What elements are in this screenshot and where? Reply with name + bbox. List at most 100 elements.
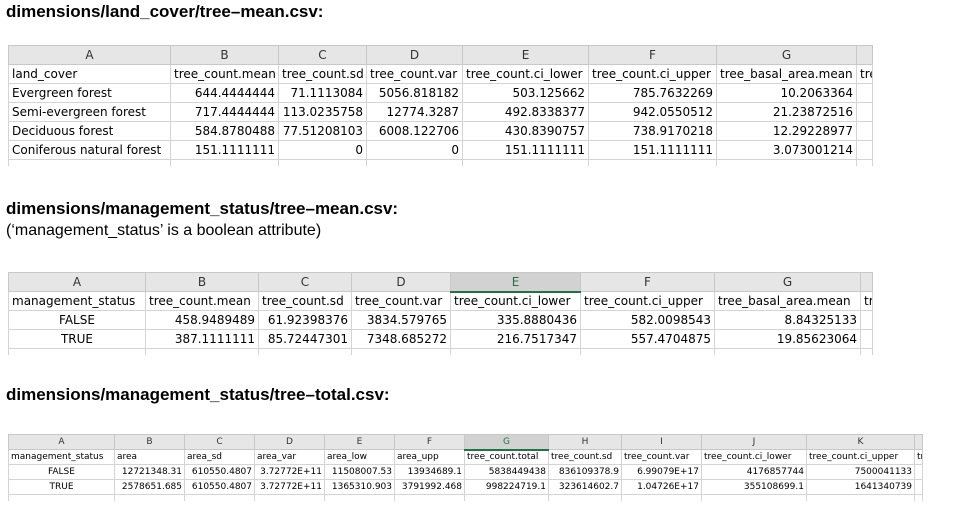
column-header[interactable]: K [806, 434, 915, 450]
column-header[interactable]: G [464, 434, 549, 451]
cell[interactable] [860, 310, 873, 330]
field-name-cell[interactable]: area_low [324, 449, 395, 465]
cell[interactable]: 836109378.9 [548, 464, 622, 480]
field-name-cell[interactable]: tree_count.var [621, 449, 702, 465]
cell[interactable]: 113.0235758 [278, 102, 367, 122]
column-header[interactable]: F [588, 45, 717, 65]
cell[interactable]: 12.29228977 [716, 121, 857, 141]
cell[interactable]: 3.073001214 [716, 140, 857, 160]
cell[interactable]: 61.92398376 [258, 310, 352, 330]
column-header[interactable]: F [394, 434, 465, 450]
column-header[interactable]: B [170, 45, 279, 65]
cell[interactable]: 355108699.1 [701, 479, 807, 495]
cell[interactable] [580, 348, 715, 355]
cell[interactable]: 71.1113084 [278, 83, 367, 103]
cell[interactable]: 430.8390757 [462, 121, 589, 141]
field-name-cell[interactable]: tree_count.var [351, 291, 451, 311]
cell[interactable]: 19.85623064 [714, 329, 861, 349]
field-name-cell[interactable]: tre [856, 64, 873, 84]
cell[interactable] [462, 159, 589, 166]
field-name-cell[interactable]: tree_count.mean [145, 291, 259, 311]
cell[interactable] [856, 159, 873, 166]
cell[interactable]: 503.125662 [462, 83, 589, 103]
field-name-cell[interactable]: tr [914, 449, 923, 465]
cell[interactable]: 12721348.31 [114, 464, 185, 480]
column-header[interactable]: E [462, 45, 589, 65]
cell[interactable]: FALSE [8, 464, 115, 480]
column-header[interactable]: F [580, 272, 715, 292]
column-header[interactable]: E [324, 434, 395, 450]
cell[interactable] [450, 348, 581, 355]
cell[interactable] [170, 159, 279, 166]
column-header[interactable]: G [714, 272, 861, 292]
cell[interactable]: 5056.818182 [366, 83, 463, 103]
column-header[interactable]: C [184, 434, 255, 450]
cell[interactable]: 85.72447301 [258, 329, 352, 349]
column-header[interactable]: D [254, 434, 325, 450]
field-name-cell[interactable]: tree_count.sd [258, 291, 352, 311]
cell[interactable] [914, 479, 923, 495]
cell[interactable]: 584.8780488 [170, 121, 279, 141]
cell[interactable]: Coniferous natural forest [8, 140, 171, 160]
cell[interactable] [8, 494, 115, 501]
cell[interactable]: 5838449438 [464, 464, 549, 480]
cell[interactable]: 717.4444444 [170, 102, 279, 122]
field-name-cell[interactable]: management_status [8, 449, 115, 465]
column-header[interactable]: A [8, 45, 171, 65]
column-header[interactable]: B [145, 272, 259, 292]
cell[interactable] [464, 494, 549, 501]
cell[interactable] [145, 348, 259, 355]
field-name-cell[interactable]: management_status [8, 291, 146, 311]
cell[interactable]: 998224719.1 [464, 479, 549, 495]
column-header[interactable] [856, 45, 873, 65]
column-header[interactable]: A [8, 272, 146, 292]
field-name-cell[interactable]: tree_count.ci_upper [580, 291, 715, 311]
field-name-cell[interactable]: area [114, 449, 185, 465]
cell[interactable]: FALSE [8, 310, 146, 330]
column-header[interactable]: A [8, 434, 115, 450]
column-header[interactable]: I [621, 434, 702, 450]
column-header[interactable]: E [450, 272, 581, 293]
cell[interactable]: 492.8338377 [462, 102, 589, 122]
column-header[interactable]: J [701, 434, 807, 450]
cell[interactable]: 644.4444444 [170, 83, 279, 103]
cell[interactable]: 1641340739 [806, 479, 915, 495]
cell[interactable]: 1365310.903 [324, 479, 395, 495]
cell[interactable] [806, 494, 915, 501]
cell[interactable]: 7348.685272 [351, 329, 451, 349]
cell[interactable] [588, 159, 717, 166]
cell[interactable]: 77.51208103 [278, 121, 367, 141]
cell[interactable]: 0 [366, 140, 463, 160]
cell[interactable] [351, 348, 451, 355]
cell[interactable]: 151.1111111 [588, 140, 717, 160]
cell[interactable]: 21.23872516 [716, 102, 857, 122]
cell[interactable]: Deciduous forest [8, 121, 171, 141]
cell[interactable] [714, 348, 861, 355]
cell[interactable] [914, 464, 923, 480]
cell[interactable]: Semi-evergreen forest [8, 102, 171, 122]
field-name-cell[interactable]: tree_count.total [464, 449, 549, 465]
cell[interactable]: 3834.579765 [351, 310, 451, 330]
field-name-cell[interactable]: land_cover [8, 64, 171, 84]
cell[interactable]: 151.1111111 [170, 140, 279, 160]
cell[interactable]: 335.8880436 [450, 310, 581, 330]
column-header[interactable] [914, 434, 923, 450]
column-header[interactable] [860, 272, 873, 292]
cell[interactable] [860, 348, 873, 355]
cell[interactable] [278, 159, 367, 166]
cell[interactable]: 610550.4807 [184, 464, 255, 480]
field-name-cell[interactable]: tree_count.sd [548, 449, 622, 465]
field-name-cell[interactable]: tree_count.var [366, 64, 463, 84]
column-header[interactable]: C [258, 272, 352, 292]
cell[interactable] [856, 83, 873, 103]
field-name-cell[interactable]: tree_count.ci_lower [450, 291, 581, 311]
cell[interactable]: 12774.3287 [366, 102, 463, 122]
cell[interactable] [856, 121, 873, 141]
field-name-cell[interactable]: tree_basal_area.mean [714, 291, 861, 311]
cell[interactable]: 8.84325133 [714, 310, 861, 330]
column-header[interactable]: C [278, 45, 367, 65]
field-name-cell[interactable]: tree_count.ci_lower [701, 449, 807, 465]
cell[interactable] [548, 494, 622, 501]
cell[interactable] [716, 159, 857, 166]
cell[interactable]: 2578651.685 [114, 479, 185, 495]
